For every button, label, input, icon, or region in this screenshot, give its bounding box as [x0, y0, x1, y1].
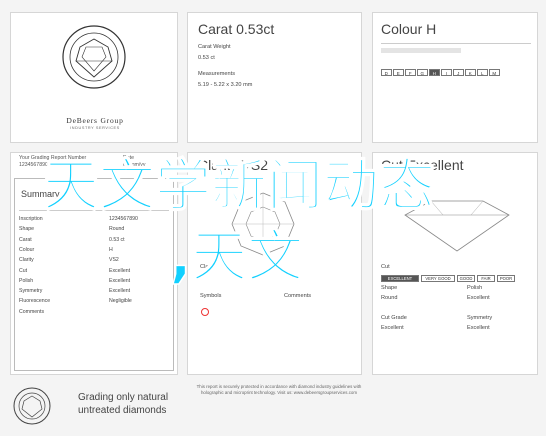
colour-title: Colour H: [381, 21, 437, 37]
summary-row-value: H: [109, 246, 113, 253]
summary-row-label: Inscription: [19, 216, 43, 222]
summary-row-label: Polish: [19, 277, 34, 284]
carat-title: Carat 0.53ct: [198, 21, 275, 37]
carat-weight-heading: 0.53ct: [236, 21, 275, 37]
shape-value: Round: [381, 295, 398, 301]
footer-notice: This report is securely protected in acc…: [196, 384, 362, 396]
crystal-symbol-icon: [201, 308, 209, 316]
measurements-label: Measurements: [198, 71, 235, 77]
summary-row-label: Colour: [19, 246, 35, 253]
symmetry-label: Symmetry: [467, 315, 493, 321]
colour-scale-item: E: [393, 69, 404, 76]
cut-scale-item: FAIR: [477, 275, 495, 282]
summary-row-value: VS2: [109, 257, 119, 264]
colour-scale-item: M: [489, 69, 500, 76]
carat-weight-value: 0.53 ct: [198, 55, 215, 61]
footer-seal-icon: [13, 387, 51, 425]
carat-panel: Carat 0.53ct Carat Weight 0.53 ct Measur…: [187, 12, 362, 143]
summary-row-label: Comments: [19, 308, 45, 315]
summary-row-label: Fluorescence: [19, 298, 51, 305]
symmetry-value: Excellent: [467, 325, 490, 331]
footer-line-2: untreated diamonds: [78, 405, 167, 416]
colour-grey-bar: [381, 48, 461, 53]
cut-scale-item: EXCELLENT: [381, 275, 419, 282]
colour-scale-item: D: [381, 69, 392, 76]
measurements-value: 5.19 - 5.22 x 3.20 mm: [198, 82, 253, 88]
cut-grade-value: Excellent: [381, 325, 404, 331]
summary-row-value: Excellent: [109, 267, 131, 274]
cut-scale-item: POOR: [497, 275, 515, 282]
symbols-label: Symbols: [200, 293, 222, 299]
footer-line-1: Grading only natural: [78, 392, 169, 403]
summary-row-value: Excellent: [109, 277, 131, 284]
colour-scale-item: K: [465, 69, 476, 76]
logo-brand: DeBeers Group: [66, 116, 124, 125]
colour-scale-item: L: [477, 69, 488, 76]
cut-label: Cut: [381, 264, 390, 270]
colour-grade: H: [426, 21, 437, 37]
cut-scale-item: GOOD: [457, 275, 475, 282]
shape-label: Shape: [381, 285, 398, 291]
colour-scale-item: G: [417, 69, 428, 76]
summary-row-label: Shape: [19, 226, 35, 233]
logo-panel: DeBeers Group INDUSTRY SERVICES: [10, 12, 178, 143]
summary-row-label: Cut: [19, 267, 28, 274]
colour-scale-item: I: [441, 69, 452, 76]
colour-scale-item: H: [429, 69, 440, 76]
summary-row-value: Excellent: [109, 288, 131, 295]
colour-scale-item: F: [405, 69, 416, 76]
polish-label: Polish: [467, 285, 483, 291]
polish-value: Excellent: [467, 295, 490, 301]
overlay-headline: 天文学新闻动态: [42, 154, 436, 219]
summary-row-value: Negligible: [109, 298, 132, 305]
summary-row-value: 0.53 ct: [109, 236, 125, 243]
carat-weight-label: Carat Weight: [198, 44, 231, 50]
cut-scale-item: VERY GOOD: [421, 275, 455, 282]
summary-row-value: Round: [109, 226, 125, 233]
summary-row-label: Carat: [19, 236, 32, 243]
colour-rule: [381, 43, 531, 44]
footer-panel: Grading only natural untreated diamonds …: [10, 384, 538, 428]
colour-panel: Colour H DEFGHIJKLM: [372, 12, 538, 143]
colour-scale-item: J: [453, 69, 464, 76]
summary-row-label: Clarity: [19, 257, 34, 264]
summary-row-label: Symmetry: [19, 288, 43, 295]
seal-logo-icon: [62, 25, 126, 89]
logo-sub: INDUSTRY SERVICES: [70, 126, 120, 130]
comments-label: Comments: [284, 293, 312, 299]
cut-grade-label: Cut Grade: [381, 315, 407, 321]
overlay-subline: ,天文: [169, 225, 304, 290]
